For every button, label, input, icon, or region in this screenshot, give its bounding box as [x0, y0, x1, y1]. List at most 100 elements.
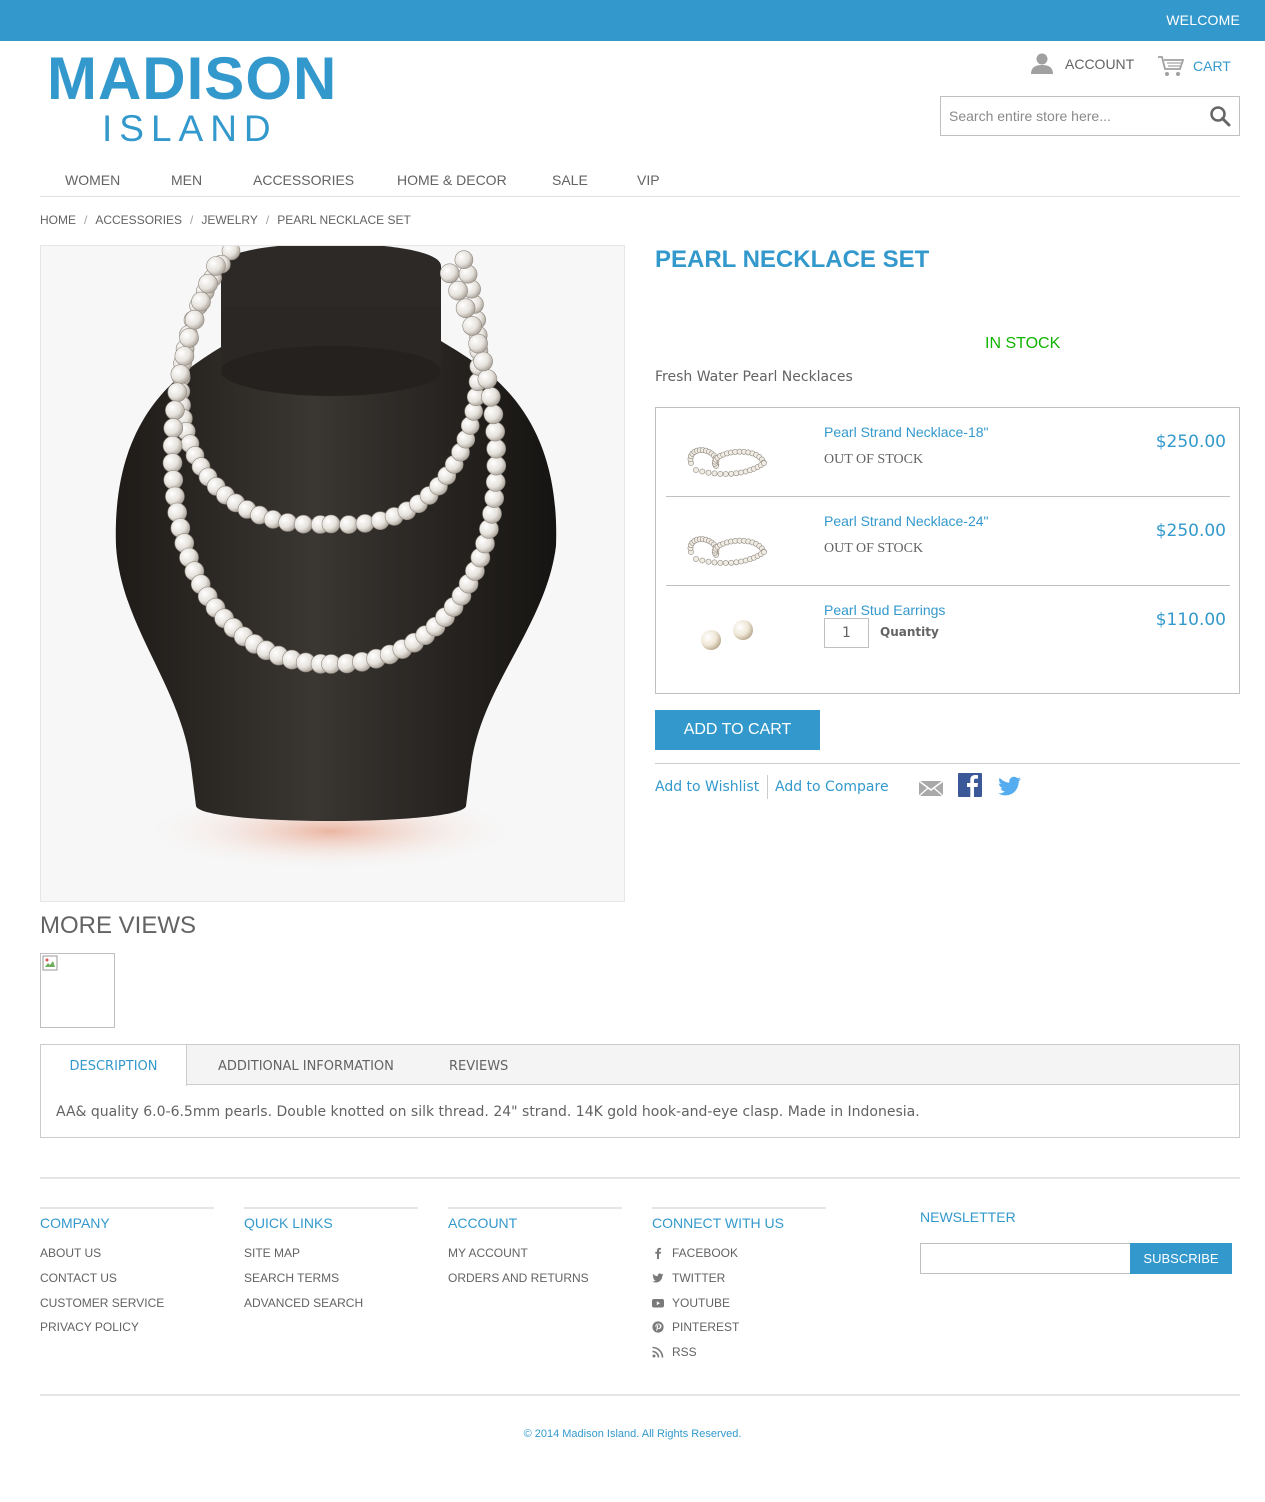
nav-item-vip[interactable]: VIP: [637, 172, 660, 188]
email-icon[interactable]: [918, 775, 944, 801]
product-tabs: DESCRIPTION ADDITIONAL INFORMATION REVIE…: [40, 1044, 1240, 1138]
main-navigation: WOMEN MEN ACCESSORIES HOME & DECOR SALE …: [40, 166, 1240, 197]
footer-link-youtube[interactable]: YOUTUBE: [652, 1296, 730, 1310]
cart-label: CART: [1193, 58, 1231, 74]
rss-icon: [652, 1346, 664, 1358]
nav-item-women[interactable]: WOMEN: [65, 172, 120, 188]
footer-link-advanced-search[interactable]: ADVANCED SEARCH: [244, 1296, 363, 1310]
footer-link-label: YOUTUBE: [672, 1296, 731, 1310]
logo-line-1: MADISON: [47, 45, 338, 112]
footer-company: COMPANY ABOUT US CONTACT US CUSTOMER SER…: [40, 1207, 214, 1334]
breadcrumb-current: PEARL NECKLACE SET: [277, 213, 411, 227]
footer-heading: ACCOUNT: [448, 1215, 518, 1231]
footer-link-label: RSS: [672, 1345, 697, 1359]
tab-additional-information[interactable]: ADDITIONAL INFORMATION: [218, 1045, 394, 1085]
search-input[interactable]: [941, 97, 1201, 135]
footer-link-privacy-policy[interactable]: PRIVACY POLICY: [40, 1320, 139, 1334]
tab-reviews[interactable]: REVIEWS: [449, 1045, 508, 1085]
footer-link-site-map[interactable]: SITE MAP: [244, 1246, 300, 1260]
tab-description-content: AA& quality 6.0-6.5mm pearls. Double kno…: [56, 1104, 920, 1120]
pearl-earrings-image: [701, 620, 753, 650]
footer-bottom-divider: [40, 1394, 1240, 1396]
footer-link-my-account[interactable]: MY ACCOUNT: [448, 1246, 528, 1260]
nav-item-men[interactable]: MEN: [171, 172, 202, 188]
breadcrumb-accessories[interactable]: ACCESSORIES: [95, 213, 182, 227]
breadcrumb-separator: /: [190, 213, 194, 227]
grouped-item-status: OUT OF STOCK: [824, 541, 924, 556]
cart-icon: [1158, 56, 1185, 76]
youtube-icon: [652, 1299, 664, 1308]
logo-line-2: ISLAND: [102, 108, 278, 149]
pearl-strand-image: [687, 536, 767, 566]
twitter-icon: [652, 1273, 664, 1283]
broken-image-icon: [42, 955, 58, 971]
add-to-wishlist-link[interactable]: Add to Wishlist: [655, 779, 759, 795]
breadcrumb-separator: /: [265, 213, 270, 227]
footer-heading: CONNECT WITH US: [652, 1215, 784, 1231]
grouped-item-row: Pearl Stud Earrings Quantity $110.00: [666, 586, 1230, 675]
account-label: ACCOUNT: [1065, 56, 1135, 72]
cart-link[interactable]: CART: [1157, 54, 1231, 78]
footer-link-twitter[interactable]: TWITTER: [652, 1271, 725, 1285]
grouped-item-price: $250.00: [1155, 521, 1226, 541]
availability-status: IN STOCK: [985, 335, 1061, 352]
quantity-label: Quantity: [880, 625, 939, 639]
grouped-item-name[interactable]: Pearl Strand Necklace-18": [824, 424, 989, 440]
short-description: Fresh Water Pearl Necklaces: [655, 369, 853, 385]
footer-link-label: TWITTER: [672, 1271, 726, 1285]
grouped-item-name[interactable]: Pearl Strand Necklace-24": [824, 513, 989, 529]
breadcrumb: HOME / ACCESSORIES / JEWELRY / PEARL NEC…: [40, 213, 411, 227]
grouped-item-row: Pearl Strand Necklace-18" OUT OF STOCK $…: [666, 408, 1230, 497]
grouped-item-row: Pearl Strand Necklace-24" OUT OF STOCK $…: [666, 497, 1230, 586]
footer-quick-links: QUICK LINKS SITE MAP SEARCH TERMS ADVANC…: [244, 1207, 418, 1310]
add-to-compare-link[interactable]: Add to Compare: [775, 779, 889, 795]
grouped-item-name[interactable]: Pearl Stud Earrings: [824, 602, 945, 618]
account-icon: [1031, 53, 1053, 74]
breadcrumb-separator: /: [84, 213, 88, 227]
footer-link-search-terms[interactable]: SEARCH TERMS: [244, 1271, 339, 1285]
footer-link-customer-service[interactable]: CUSTOMER SERVICE: [40, 1296, 164, 1310]
search-icon[interactable]: [1209, 105, 1231, 127]
top-bar: WELCOME: [0, 0, 1265, 41]
copyright: © 2014 Madison Island. All Rights Reserv…: [523, 1428, 742, 1440]
footer-link-facebook[interactable]: FACEBOOK: [652, 1246, 738, 1260]
breadcrumb-home[interactable]: HOME: [40, 213, 76, 227]
subscribe-button[interactable]: SUBSCRIBE: [1130, 1243, 1232, 1274]
facebook-icon: [655, 1247, 661, 1259]
footer-connect: CONNECT WITH US FACEBOOK TWITTER YOUTUBE…: [652, 1207, 826, 1359]
newsletter-heading: NEWSLETTER: [920, 1209, 1016, 1225]
nav-item-accessories[interactable]: ACCESSORIES: [253, 172, 354, 188]
breadcrumb-jewelry[interactable]: JEWELRY: [201, 213, 257, 227]
store-logo[interactable]: MADISON ISLAND: [40, 42, 340, 152]
twitter-icon[interactable]: [997, 773, 1023, 799]
pearl-necklace-on-bust-image: [115, 246, 557, 871]
add-to-cart-button[interactable]: ADD TO CART: [655, 710, 820, 750]
product-main-image[interactable]: [40, 245, 625, 902]
more-views-thumbnail[interactable]: [40, 953, 115, 1028]
nav-item-home-decor[interactable]: HOME & DECOR: [397, 172, 507, 188]
footer-link-rss[interactable]: RSS: [652, 1345, 697, 1359]
newsletter-email-input[interactable]: [920, 1243, 1131, 1274]
pinterest-icon: [652, 1321, 664, 1333]
welcome-message: WELCOME: [1166, 12, 1240, 28]
footer-heading: COMPANY: [40, 1215, 110, 1231]
footer-heading: QUICK LINKS: [244, 1215, 333, 1231]
grouped-products-table: Pearl Strand Necklace-18" OUT OF STOCK $…: [655, 407, 1240, 694]
footer-link-label: FACEBOOK: [672, 1246, 739, 1260]
grouped-item-price: $110.00: [1155, 610, 1226, 630]
link-separator: [767, 775, 768, 799]
footer-link-contact-us[interactable]: CONTACT US: [40, 1271, 117, 1285]
divider: [655, 763, 1240, 764]
footer-link-pinterest[interactable]: PINTEREST: [652, 1320, 739, 1334]
quantity-input[interactable]: [824, 618, 869, 648]
tab-description[interactable]: DESCRIPTION: [41, 1045, 187, 1086]
footer-link-about-us[interactable]: ABOUT US: [40, 1246, 101, 1260]
footer-account: ACCOUNT MY ACCOUNT ORDERS AND RETURNS: [448, 1207, 622, 1285]
facebook-icon[interactable]: [957, 772, 983, 798]
nav-item-sale[interactable]: SALE: [552, 172, 588, 188]
account-link[interactable]: ACCOUNT: [1030, 52, 1134, 76]
grouped-item-price: $250.00: [1155, 432, 1226, 452]
pearl-strand-image: [687, 447, 767, 477]
footer-link-orders-returns[interactable]: ORDERS AND RETURNS: [448, 1271, 589, 1285]
grouped-item-status: OUT OF STOCK: [824, 452, 924, 467]
